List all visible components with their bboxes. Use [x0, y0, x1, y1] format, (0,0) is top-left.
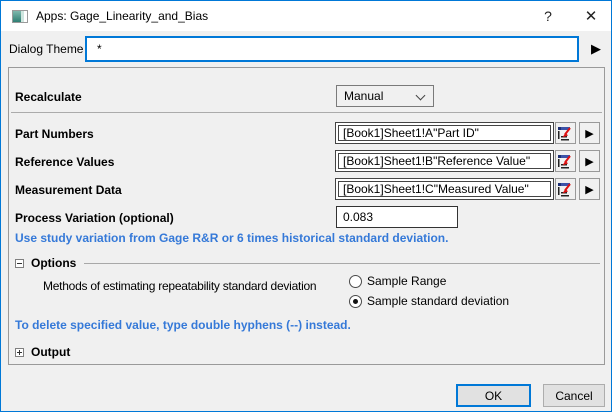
part-numbers-input[interactable]: [Book1]Sheet1!A"Part ID" — [335, 122, 554, 144]
measurement-data-label: Measurement Data — [15, 183, 122, 197]
reference-values-input[interactable]: [Book1]Sheet1!B"Reference Value" — [335, 150, 554, 172]
column-picker-icon — [557, 125, 574, 142]
recalculate-value: Manual — [344, 89, 383, 103]
ok-button[interactable]: OK — [456, 384, 531, 407]
options-section-header: Options — [15, 256, 600, 270]
sample-range-radio[interactable]: Sample Range — [349, 273, 446, 289]
separator-line — [11, 112, 602, 113]
sample-range-label: Sample Range — [367, 274, 446, 288]
reference-values-label: Reference Values — [15, 155, 114, 169]
dialog-theme-label: Dialog Theme — [9, 42, 83, 56]
window-title: Apps: Gage_Linearity_and_Bias — [36, 9, 208, 23]
recalculate-dropdown[interactable]: Manual — [336, 85, 434, 107]
delete-value-hint: To delete specified value, type double h… — [15, 318, 351, 332]
close-button[interactable]: ✕ — [575, 1, 607, 31]
dialog-theme-input[interactable] — [85, 36, 579, 62]
part-numbers-select-column-button[interactable] — [555, 122, 576, 144]
play-icon: ▶ — [585, 127, 593, 140]
play-icon: ▶ — [585, 183, 593, 196]
reference-values-flyout-button[interactable]: ▶ — [579, 150, 600, 172]
reference-values-value: [Book1]Sheet1!B"Reference Value" — [338, 153, 551, 169]
part-numbers-flyout-button[interactable]: ▶ — [579, 122, 600, 144]
measurement-data-select-column-button[interactable] — [555, 178, 576, 200]
radio-selected-icon[interactable] — [349, 295, 362, 308]
chevron-down-icon — [416, 91, 426, 101]
play-icon: ▶ — [585, 155, 593, 168]
measurement-data-input[interactable]: [Book1]Sheet1!C"Measured Value" — [335, 178, 554, 200]
part-numbers-label: Part Numbers — [15, 127, 94, 141]
column-picker-icon — [557, 181, 574, 198]
process-variation-hint: Use study variation from Gage R&R or 6 t… — [15, 231, 448, 245]
options-section-label: Options — [31, 256, 76, 270]
recalculate-label: Recalculate — [15, 90, 82, 104]
radio-unselected-icon[interactable] — [349, 275, 362, 288]
section-rule — [84, 263, 600, 264]
output-section-header: Output — [15, 345, 600, 359]
title-bar: Apps: Gage_Linearity_and_Bias ? ✕ — [1, 1, 611, 31]
output-section-label: Output — [31, 345, 70, 359]
measurement-data-flyout-button[interactable]: ▶ — [579, 178, 600, 200]
process-variation-input[interactable] — [336, 206, 458, 228]
reference-values-select-column-button[interactable] — [555, 150, 576, 172]
process-variation-label: Process Variation (optional) — [15, 211, 174, 225]
help-button[interactable]: ? — [532, 1, 564, 31]
cancel-button[interactable]: Cancel — [543, 384, 605, 407]
measurement-data-value: [Book1]Sheet1!C"Measured Value" — [338, 181, 551, 197]
play-icon: ▶ — [591, 41, 601, 57]
sample-standard-deviation-label: Sample standard deviation — [367, 294, 509, 308]
part-numbers-value: [Book1]Sheet1!A"Part ID" — [338, 125, 551, 141]
gage-linearity-and-bias-dialog: Apps: Gage_Linearity_and_Bias ? ✕ Dialog… — [0, 0, 612, 412]
app-icon — [12, 10, 28, 23]
settings-panel: Recalculate Manual Part Numbers [Book1]S… — [8, 67, 605, 365]
theme-flyout-button[interactable]: ▶ — [585, 37, 607, 61]
sample-standard-deviation-radio[interactable]: Sample standard deviation — [349, 293, 509, 309]
collapse-minus-icon[interactable] — [15, 259, 24, 268]
methods-label: Methods of estimating repeatability stan… — [43, 279, 316, 293]
expand-plus-icon[interactable] — [15, 348, 24, 357]
column-picker-icon — [557, 153, 574, 170]
